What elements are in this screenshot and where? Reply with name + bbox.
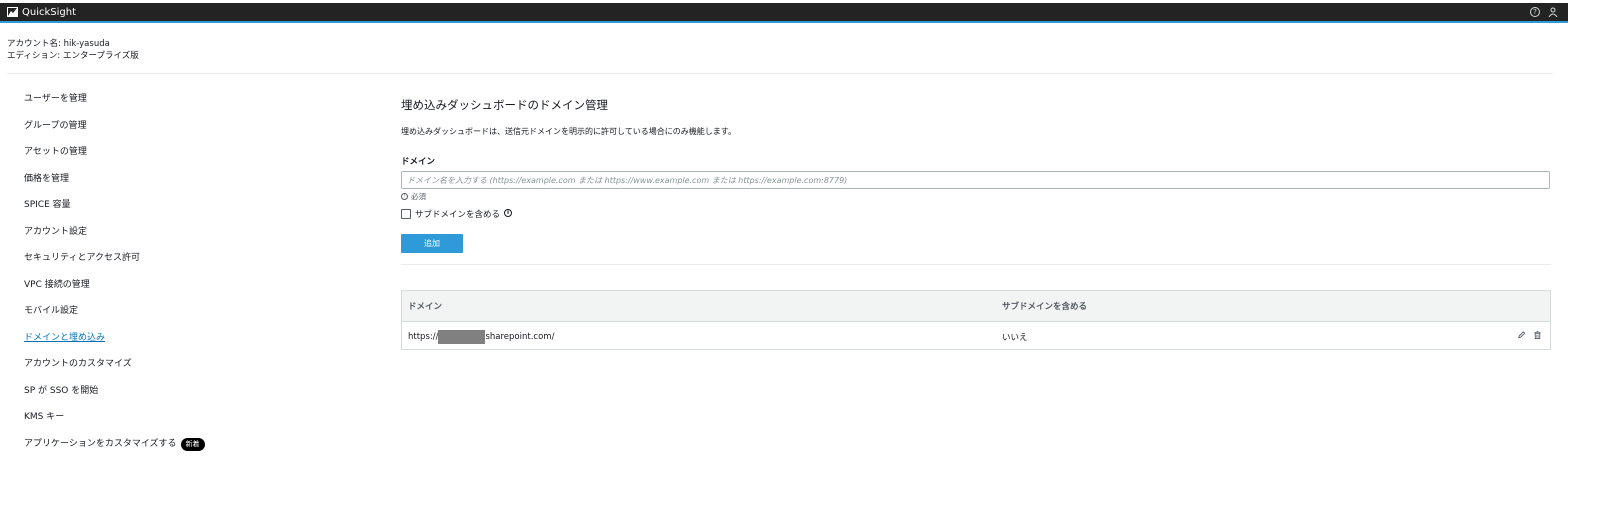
sidebar-item-vpc-connections[interactable]: VPC 接続の管理	[24, 279, 205, 306]
sidebar-item-label: SP が SSO を開始	[24, 385, 99, 396]
table-header: ドメイン サブドメインを含める	[402, 291, 1550, 322]
account-info: アカウント名: hik-yasuda エディション: エンタープライズ版	[7, 38, 139, 62]
domain-prefix: https://	[408, 331, 439, 342]
domain-suffix: sharepoint.com/	[485, 331, 555, 342]
domain-cell: https:// sharepoint.com/	[402, 329, 1002, 344]
sidebar-item-account-customization[interactable]: アカウントのカスタマイズ	[24, 358, 205, 385]
column-header-domain: ドメイン	[408, 302, 443, 312]
add-button[interactable]: 追加	[401, 234, 463, 253]
sidebar-item-label: アセットの管理	[24, 147, 87, 157]
sidebar-item-label: モバイル設定	[24, 306, 79, 316]
sidebar: ユーザーを管理 グループの管理 アセットの管理 価格を管理 SPICE 容量 ア…	[24, 93, 205, 464]
sidebar-item-label: アカウント設定	[24, 226, 88, 237]
sidebar-item-kms-keys[interactable]: KMS キー	[24, 411, 205, 438]
divider	[7, 73, 1553, 74]
sidebar-item-sp-initiated-sso[interactable]: SP が SSO を開始	[24, 385, 205, 412]
sidebar-item-label: グループの管理	[24, 120, 87, 131]
include-subdomains-checkbox[interactable]	[401, 209, 411, 219]
delete-icon[interactable]	[1533, 330, 1542, 340]
sidebar-item-security-permissions[interactable]: セキュリティとアクセス許可	[24, 252, 205, 279]
required-hint: ! 必須	[401, 191, 426, 202]
include-subdomains-label[interactable]: サブドメインを含める	[415, 208, 500, 220]
domain-input[interactable]	[401, 171, 1550, 189]
page-title: 埋め込みダッシュボードのドメイン管理	[401, 98, 608, 112]
redacted-block	[438, 329, 486, 344]
help-icon[interactable]: ?	[1530, 7, 1540, 17]
sidebar-item-label: 価格を管理	[24, 173, 70, 184]
sidebar-item-label: アカウントのカスタマイズ	[24, 359, 132, 369]
sidebar-item-label: VPC 接続の管理	[24, 279, 90, 290]
sidebar-item-label: ユーザーを管理	[24, 94, 87, 104]
sidebar-item-customize-application[interactable]: アプリケーションをカスタマイズする 新着	[24, 437, 205, 465]
account-name: アカウント名: hik-yasuda	[7, 39, 110, 49]
table-row: https:// sharepoint.com/ いいえ	[402, 322, 1550, 351]
include-subdomains-row: サブドメインを含める i	[401, 208, 513, 220]
account-edition: エディション: エンタープライズ版	[7, 51, 139, 61]
main-content: 埋め込みダッシュボードのドメイン管理 埋め込みダッシュボードは、送信元ドメインを…	[401, 97, 1551, 350]
row-actions	[1517, 330, 1542, 340]
sidebar-item-label: KMS キー	[24, 412, 65, 422]
edit-icon[interactable]	[1517, 330, 1526, 340]
info-icon[interactable]: i	[504, 208, 513, 217]
sidebar-item-mobile-settings[interactable]: モバイル設定	[24, 305, 205, 332]
sidebar-item-label: SPICE 容量	[24, 200, 71, 210]
quicksight-logo-icon	[7, 7, 18, 17]
new-badge: 新着	[180, 437, 205, 451]
divider	[401, 264, 1551, 265]
sidebar-item-manage-assets[interactable]: アセットの管理	[24, 146, 205, 173]
top-navigation-bar: QuickSight ?	[0, 3, 1568, 23]
sidebar-item-spice-capacity[interactable]: SPICE 容量	[24, 199, 205, 226]
required-text: 必須	[411, 192, 426, 201]
sidebar-item-manage-groups[interactable]: グループの管理	[24, 120, 205, 147]
sidebar-item-label: ドメインと埋め込み	[24, 332, 106, 343]
app-title: QuickSight	[22, 6, 77, 18]
sidebar-item-label: アプリケーションをカスタマイズする	[24, 438, 177, 449]
domains-table: ドメイン サブドメインを含める https:// sharepoint.com/ …	[401, 290, 1551, 350]
sidebar-item-label: セキュリティとアクセス許可	[24, 253, 141, 263]
sidebar-item-manage-pricing[interactable]: 価格を管理	[24, 173, 205, 200]
sidebar-item-account-settings[interactable]: アカウント設定	[24, 226, 205, 253]
brand[interactable]: QuickSight	[7, 7, 76, 18]
column-header-include-subdomains: サブドメインを含める	[1002, 302, 1088, 312]
include-subdomains-cell: いいえ	[1002, 332, 1028, 343]
required-icon: !	[401, 193, 408, 200]
domain-field-label: ドメイン	[401, 157, 436, 167]
user-icon[interactable]	[1548, 7, 1558, 17]
page-description: 埋め込みダッシュボードは、送信元ドメインを明示的に許可している場合にのみ機能しま…	[401, 127, 736, 136]
sidebar-item-domains-embedding[interactable]: ドメインと埋め込み	[24, 332, 205, 359]
sidebar-item-manage-users[interactable]: ユーザーを管理	[24, 93, 205, 120]
